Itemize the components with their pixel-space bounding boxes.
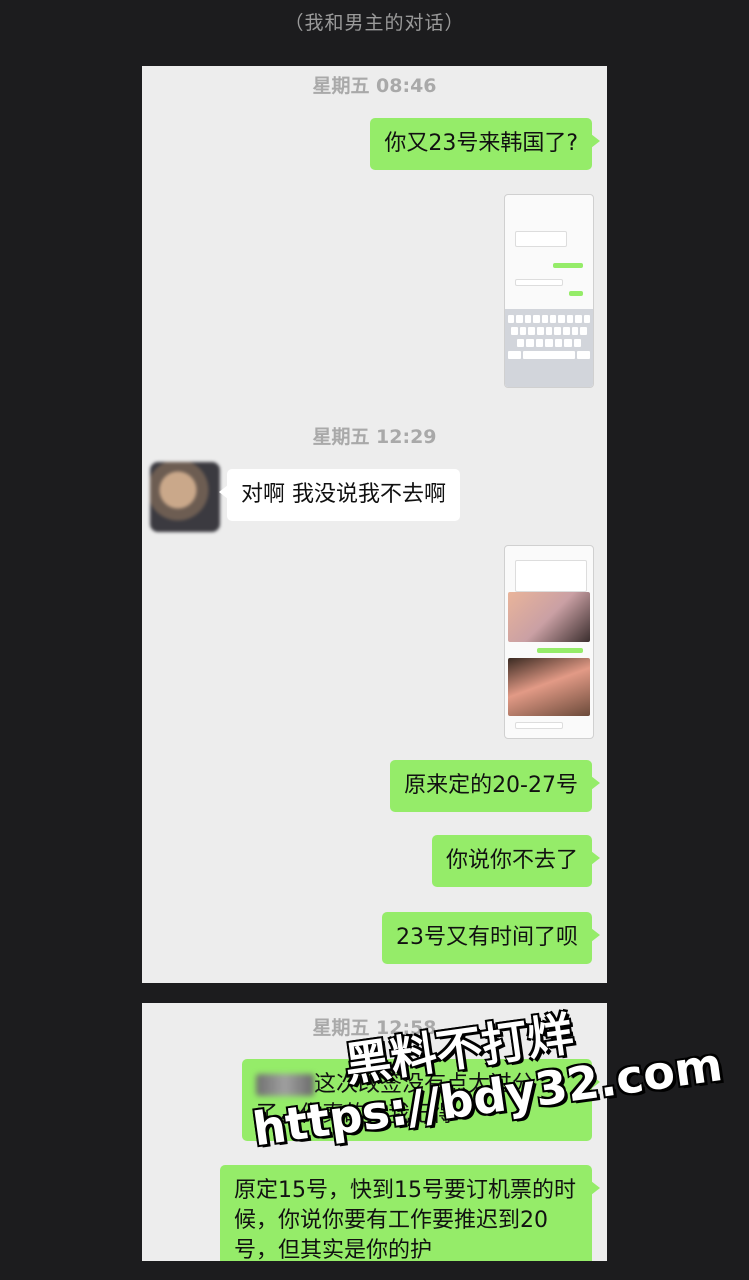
keyboard-image — [505, 309, 593, 387]
mini-received-bubble — [515, 722, 563, 729]
sent-message[interactable]: 你又23号来韩国了? — [370, 118, 600, 170]
page: （我和男主的对话） 星期五 08:46 你又23号来韩国了? 星期五 12:29… — [0, 0, 749, 1280]
mini-sent-bubble — [569, 291, 583, 296]
page-caption: （我和男主的对话） — [284, 12, 465, 34]
message-line: 这次改签没有点太过分 — [314, 1072, 535, 1097]
mini-sent-bubble — [553, 263, 583, 268]
received-message[interactable]: 对啊 我没说我不去啊 — [219, 469, 460, 521]
sent-message[interactable]: 23号又有时间了呗 — [382, 912, 600, 964]
blurred-name — [256, 1074, 314, 1096]
sent-message[interactable]: 原来定的20-27号 — [390, 760, 600, 812]
timestamp: 星期五 08:46 — [312, 75, 437, 97]
avatar[interactable] — [150, 462, 220, 532]
message-line: 了，你真的拖我记得 — [256, 1102, 455, 1127]
timestamp: 星期五 12:58 — [312, 1017, 437, 1039]
screenshot-image[interactable] — [504, 194, 594, 388]
status-bar — [505, 195, 593, 209]
photo-image — [508, 658, 590, 716]
chat-panel-1[interactable]: 星期五 08:46 你又23号来韩国了? 星期五 12:29 对啊 我没说我不去… — [142, 66, 607, 983]
mini-received-bubble — [515, 231, 567, 247]
status-bar — [505, 546, 593, 560]
sent-message[interactable]: 你说你不去了 — [431, 835, 601, 887]
timestamp: 星期五 12:29 — [312, 426, 437, 448]
chat-panel-2[interactable]: 星期五 12:58 这次改签没有点太过分 了，你真的拖我记得 原定15号，快到1… — [142, 1003, 607, 1261]
sent-message[interactable]: 原定15号，快到15号要订机票的时候，你说你要有工作要推迟到20号，但其实是你的… — [220, 1165, 600, 1261]
sent-message[interactable]: 这次改签没有点太过分 了，你真的拖我记得 — [242, 1059, 600, 1141]
screenshot-image[interactable] — [504, 545, 594, 739]
photo-image — [508, 592, 590, 642]
mini-sent-bubble — [537, 648, 583, 653]
mini-received-bubble — [515, 279, 563, 286]
mini-received-bubble — [515, 560, 587, 592]
